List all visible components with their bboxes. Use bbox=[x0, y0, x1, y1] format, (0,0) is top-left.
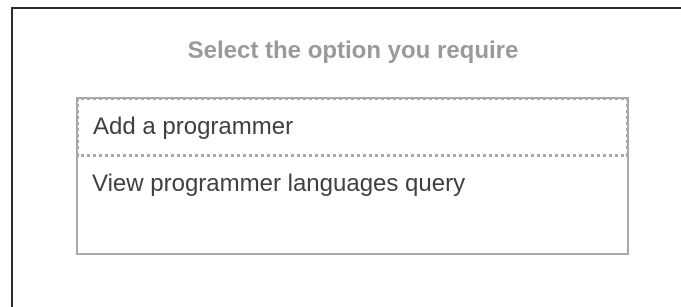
option-add-programmer[interactable]: Add a programmer bbox=[76, 97, 629, 157]
options-listbox[interactable]: Add a programmer View programmer languag… bbox=[76, 97, 629, 255]
option-view-programmer-languages-query[interactable]: View programmer languages query bbox=[78, 157, 627, 213]
dialog-title: Select the option you require bbox=[187, 37, 519, 64]
